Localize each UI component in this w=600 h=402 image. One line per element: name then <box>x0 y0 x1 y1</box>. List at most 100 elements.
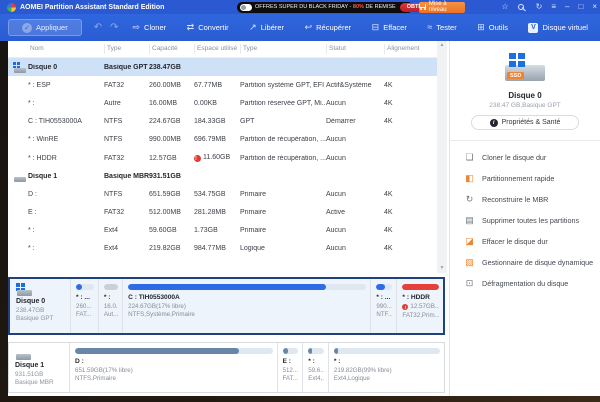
row-cell: 4K <box>384 245 422 252</box>
table-row[interactable]: C : TIH0553000ANTFS224.67GB184.33GBGPTDé… <box>8 113 437 131</box>
sidebar-action[interactable]: ▧Gestionnaire de disque dynamique <box>464 252 600 273</box>
toolbar-button-cloner[interactable]: ⇨Cloner <box>132 23 166 33</box>
usage-bar <box>75 348 273 354</box>
minimize-icon[interactable]: – <box>565 3 569 11</box>
redo-icon[interactable]: ↷ <box>110 22 118 33</box>
toolbar: ✓ Appliquer ↶ ↷ ⇨Cloner ⇄Convertir ↗Libére… <box>0 14 600 41</box>
row-cell: 512.00MB <box>149 209 194 216</box>
row-cell: Aucun <box>326 191 384 198</box>
toolbar-button-récupérer[interactable]: ↩Récupérer <box>305 23 352 33</box>
partition-block[interactable]: * :59.6...Ext4,... <box>302 343 328 392</box>
column-header: Type <box>240 44 326 54</box>
partition-block[interactable]: * :219.82GB(99% libre)Ext4,Logique <box>328 343 444 392</box>
partition-block[interactable]: * : HDDR!12.57GB...FAT32,Prim... <box>396 279 443 333</box>
table-row[interactable]: E :FAT32512.00MB281.28MBPrimaireActive4K <box>8 204 437 222</box>
partition-size: 651.59GB(17% libre) <box>75 367 273 374</box>
row-name: * : HDDR <box>28 155 104 162</box>
toolbar-button-convertir[interactable]: ⇄Convertir <box>187 23 229 33</box>
warning-icon: ! <box>194 155 201 162</box>
row-cell: 12.57GB <box>149 155 194 162</box>
row-cell: GPT <box>240 118 326 125</box>
column-header: Alignement <box>384 44 422 54</box>
clone-icon: ⇨ <box>132 23 140 32</box>
row-cell: Actif&Système <box>326 82 384 89</box>
clone-disk-icon: ❏ <box>464 153 475 162</box>
toolbar-label: Convertir <box>198 23 228 32</box>
table-row[interactable]: * :Ext4219.82GB984.77MBLogiqueAucun4K <box>8 240 437 258</box>
promo-text: OFFRES SUPER DU BLACK FRIDAY - 80% DE RE… <box>255 4 396 10</box>
partition-block[interactable]: * : ...260...FAT... <box>70 279 98 333</box>
table-scrollbar[interactable]: ▲ ▼ <box>437 41 447 273</box>
disk-panel-size: 238.47GB <box>16 307 70 314</box>
table-row[interactable]: * : ESPFAT32260.00MB67.77MBPartition sys… <box>8 76 437 94</box>
key-icon[interactable] <box>518 3 527 12</box>
refresh-icon[interactable]: ↻ <box>536 3 543 11</box>
titlebar-icons: ☆ ↻ ≡ – □ × <box>501 0 597 14</box>
erase-icon: ⊟ <box>372 23 380 32</box>
sidebar-action[interactable]: ▤Supprimer toutes les partitions <box>464 210 600 231</box>
row-cell: Aucun <box>326 227 384 234</box>
convert-icon: ⇄ <box>187 23 195 32</box>
close-icon[interactable]: × <box>592 3 597 11</box>
partition-label: * : ... <box>76 294 94 301</box>
partition-block[interactable]: * :16.0...Aut... <box>98 279 122 333</box>
table-row[interactable]: * : HDDRFAT3212.57GB!11.60GBPartition de… <box>8 149 437 167</box>
toolbar-button-disque-virtuel[interactable]: VDisque virtuel <box>528 23 587 33</box>
partition-block[interactable]: E :512...FAT... <box>277 343 303 392</box>
promo-banner[interactable]: OFFRES SUPER DU BLACK FRIDAY - 80% DE RE… <box>237 2 413 13</box>
partition-label: D : <box>75 358 273 365</box>
undo-icon[interactable]: ↶ <box>94 22 102 33</box>
partition-block[interactable]: C : TIH0553000A224.67GB(17% libre)NTFS,S… <box>122 279 370 333</box>
toolbar-button-outils[interactable]: ⊞Outils <box>477 23 508 33</box>
star-icon[interactable]: ☆ <box>501 3 508 11</box>
partition-table: Disque 0Basique GPT238.47GB* : ESPFAT322… <box>8 58 437 258</box>
scroll-up-icon[interactable]: ▲ <box>440 43 445 48</box>
apply-button[interactable]: ✓ Appliquer <box>8 19 82 36</box>
table-row[interactable]: * :Ext459.60GB1.73GBPrimaireAucun4K <box>8 222 437 240</box>
menu-icon[interactable]: ≡ <box>551 3 556 11</box>
usage-bar <box>76 284 94 290</box>
properties-health-button[interactable]: i Propriétés & Santé <box>471 115 579 130</box>
table-row[interactable]: * :Autre16.00MB0.00KBPartition réservée … <box>8 94 437 112</box>
free-space-icon: ↗ <box>249 23 257 32</box>
column-header: Nom <box>28 44 104 54</box>
table-row[interactable]: * : WinRENTFS990.00MB696.79MBPartition d… <box>8 131 437 149</box>
maximize-icon[interactable]: □ <box>578 3 583 11</box>
virtual-disk-icon: V <box>528 23 538 33</box>
scroll-down-icon[interactable]: ▼ <box>440 266 445 271</box>
selected-disk-meta: 238.47 GB,Basique GPT <box>450 102 600 109</box>
row-cell: Démarrer <box>326 118 384 125</box>
main-window: NomTypeCapacitéEspace utiliséTypeStatutA… <box>8 41 600 396</box>
toolbar-button-effacer[interactable]: ⊟Effacer <box>372 23 407 33</box>
sidebar-action[interactable]: ↻Reconstruire le MBR <box>464 189 600 210</box>
row-cell: Ext4 <box>104 245 149 252</box>
row-cell: Ext4 <box>104 227 149 234</box>
column-header: Espace utilisé <box>194 44 240 54</box>
sidebar-action[interactable]: ⊡Défragmentation du disque <box>464 273 600 294</box>
usage-bar <box>104 284 118 290</box>
table-header: NomTypeCapacitéEspace utiliséTypeStatutA… <box>8 41 437 58</box>
row-cell: Aucun <box>326 100 384 107</box>
sidebar-action[interactable]: ❏Cloner le disque dur <box>464 147 600 168</box>
table-row[interactable]: D :NTFS651.59GB534.75GBPrimaireAucun4K <box>8 185 437 203</box>
sidebar-action-label: Supprimer toutes les partitions <box>482 216 579 225</box>
sidebar-action[interactable]: ◧Partitionnement rapide <box>464 168 600 189</box>
partition-label: * : <box>334 358 440 365</box>
disk-panel-disque-1[interactable]: Disque 1931.51GBBasique MBRD :651.59GB(1… <box>8 342 445 393</box>
toolbar-button-libérer[interactable]: ↗Libérer <box>249 23 284 33</box>
toolbar-button-tester[interactable]: ≈Tester <box>427 23 456 33</box>
disk-panel-disque-0[interactable]: Disque 0238.47GBBasique GPT* : ...260...… <box>8 277 445 335</box>
table-row[interactable]: Disque 1Basique MBR931.51GB <box>8 167 437 185</box>
partition-label: C : TIH0553000A <box>128 294 366 301</box>
row-name: * : <box>28 227 104 234</box>
partition-block[interactable]: D :651.59GB(17% libre)NTFS,Primaire <box>69 343 277 392</box>
table-row[interactable]: Disque 0Basique GPT238.47GB <box>8 58 437 76</box>
partition-size: !12.57GB... <box>402 303 439 311</box>
partition-size: 219.82GB(99% libre) <box>334 367 440 374</box>
upgrade-button[interactable]: Mise à niveau <box>419 2 465 13</box>
app-logo-icon <box>7 3 16 12</box>
defrag-icon: ⊡ <box>464 279 475 288</box>
partition-block[interactable]: * : ...990...NTF... <box>370 279 396 333</box>
sidebar-action[interactable]: ◪Effacer le disque dur <box>464 231 600 252</box>
row-cell: 4K <box>384 100 422 107</box>
